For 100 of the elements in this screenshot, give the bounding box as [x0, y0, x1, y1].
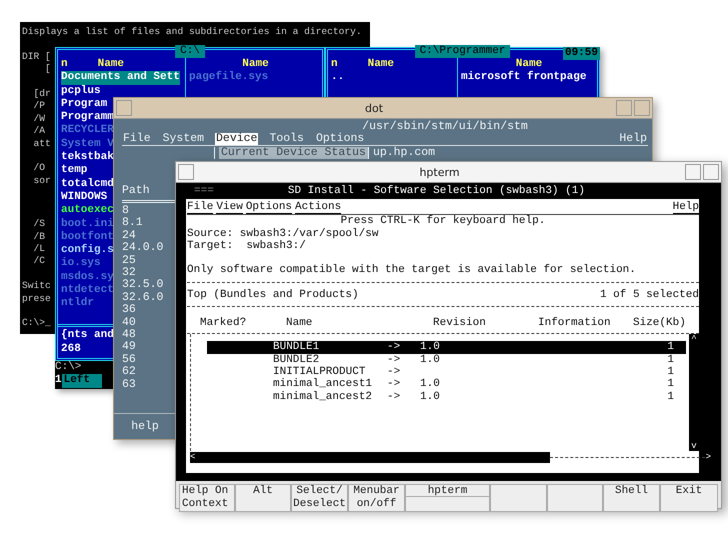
revision-text: 1.0 [420, 341, 441, 354]
path-list-item[interactable]: 32 [122, 267, 136, 280]
maximize-button[interactable] [634, 100, 650, 116]
file-list-item[interactable]: config.s [61, 244, 114, 258]
console-text: [dr [32, 88, 51, 100]
file-list-item[interactable]: microsoft frontpage [461, 71, 586, 85]
path-list-item[interactable]: 49 [122, 341, 136, 354]
size-text: 1 [666, 378, 674, 391]
file-list-item[interactable]: pcplus [61, 84, 101, 98]
path-list-item[interactable]: 24 [122, 230, 136, 242]
file-list-item[interactable]: WINDOWS [61, 190, 108, 204]
menu-item[interactable]: File [122, 133, 152, 145]
arrow-text: -> [387, 354, 402, 366]
menu-item[interactable]: Help [672, 201, 699, 214]
file-list-item[interactable]: Program [61, 98, 108, 112]
window-menu-button[interactable] [116, 100, 132, 116]
window-menu-button[interactable] [178, 164, 194, 180]
notice-text: Only software compatible with the target is available for selection. [187, 264, 636, 277]
size-text: 1 [666, 390, 674, 403]
menu-item[interactable]: Options [246, 201, 292, 214]
program-path: /usr/sbin/stm/ui/bin/stm [362, 121, 528, 133]
console-text: /S [32, 218, 46, 231]
software-row[interactable]: BUNDLE2 -> 1.0 1 [207, 354, 686, 366]
software-row[interactable]: INITIALPRODUCT -> 1 [207, 366, 686, 378]
path-list-item[interactable]: 40 [122, 316, 136, 330]
file-list-item[interactable]: temp [61, 164, 88, 178]
selection-count: 1 of 5 selected [600, 288, 699, 302]
menu-item[interactable]: View [216, 201, 243, 214]
scroll-down-arrow[interactable]: v [691, 441, 697, 452]
function-key[interactable] [490, 484, 547, 512]
arrow-text: -> [387, 378, 402, 391]
menu-item[interactable]: System [162, 133, 206, 145]
screen-title: SD Install - Software Selection (swbash3) (1) [286, 184, 586, 198]
software-row[interactable]: minimal_ancest1 -> 1.0 1 [207, 378, 686, 391]
path-list-item[interactable]: 62 [122, 366, 136, 379]
target-text: Target: swbash3:/ [187, 240, 306, 252]
console-text: att [32, 138, 51, 150]
path-list-item[interactable]: 32.5.0 [122, 279, 164, 292]
function-key-button[interactable]: Left [62, 374, 102, 388]
function-key[interactable] [547, 484, 603, 512]
path-list-item[interactable]: 8.1 [122, 217, 143, 230]
column-header: Marked? [200, 317, 248, 330]
path-list-item[interactable]: 25 [122, 254, 136, 268]
menu-item[interactable]: Options [314, 133, 366, 145]
console-text: Switc [22, 280, 51, 293]
software-name: minimal_ancest2 [273, 390, 374, 403]
file-list-item[interactable]: Programm [61, 111, 114, 124]
arrow-text: -> [387, 366, 402, 378]
file-list-item[interactable]: tekstbak [61, 151, 114, 164]
column-header: Revision [433, 317, 487, 330]
menu-item[interactable]: Help [618, 133, 648, 145]
function-key[interactable]: Alt [235, 484, 291, 512]
software-name: BUNDLE2 [273, 354, 320, 366]
software-row[interactable]: minimal_ancest2 -> 1.0 1 [207, 390, 686, 403]
console-text: /L [32, 243, 46, 256]
arrow-text: -> [387, 341, 402, 354]
dropdown-menu-item[interactable]: Current Device Status [219, 147, 369, 159]
minimize-button[interactable] [685, 164, 701, 180]
vertical-scrollbar[interactable]: ^ v [689, 334, 699, 452]
console-text: prese [22, 292, 51, 306]
path-list-item[interactable]: 24.0.0 [122, 242, 164, 255]
path-list-item[interactable]: 48 [122, 329, 136, 342]
function-key[interactable]: Shell [603, 484, 660, 512]
size-text: 1 [666, 341, 674, 354]
function-key[interactable]: Select/ Deselect [291, 484, 348, 512]
function-key[interactable]: hpterm [405, 484, 490, 512]
column-header: Information [538, 317, 612, 330]
function-key[interactable]: Help On Context [179, 484, 235, 512]
software-name: BUNDLE1 [273, 341, 320, 354]
minimize-button[interactable] [616, 100, 632, 116]
scroll-left-arrow[interactable]: < [190, 452, 196, 462]
revision-text: 1.0 [420, 378, 441, 391]
horizontal-scrollbar-thumb[interactable]: < [190, 452, 550, 463]
path-list-item[interactable]: 8 [122, 205, 129, 218]
function-key[interactable]: Menubar on/off [348, 484, 405, 512]
console-text: /A [32, 125, 46, 138]
file-list-item[interactable]: Documents and Sett [61, 71, 180, 85]
file-list-item[interactable]: .. [331, 71, 344, 85]
menu-item[interactable]: Device [215, 133, 258, 145]
scroll-right-arrow[interactable]: > [706, 452, 711, 462]
path-list-item[interactable]: 56 [122, 354, 136, 366]
maximize-button[interactable] [703, 164, 719, 180]
console-text: sor [32, 174, 51, 188]
function-key-number: 1 [55, 374, 62, 388]
console-text: [ [44, 63, 51, 76]
menu-item[interactable]: File [187, 201, 214, 214]
menu-item[interactable]: Tools [268, 133, 305, 145]
path-list-item[interactable]: 36 [122, 304, 136, 317]
scroll-up-arrow[interactable]: ^ [691, 334, 697, 344]
file-list-item[interactable]: autoexec [61, 204, 114, 218]
command-line[interactable]: C:\> [55, 361, 82, 374]
column-header: Path [122, 185, 150, 197]
menu-item[interactable]: Actions [295, 201, 342, 214]
file-list-item[interactable]: totalcmd [61, 178, 114, 191]
function-key[interactable]: Exit [660, 484, 718, 512]
software-row[interactable]: BUNDLE1 -> 1.0 1 [207, 341, 686, 354]
path-list-item[interactable]: 32.6.0 [122, 292, 164, 304]
console-text: DIR [ [22, 50, 51, 64]
column-header: n [331, 58, 338, 72]
path-list-item[interactable]: 63 [122, 378, 136, 392]
